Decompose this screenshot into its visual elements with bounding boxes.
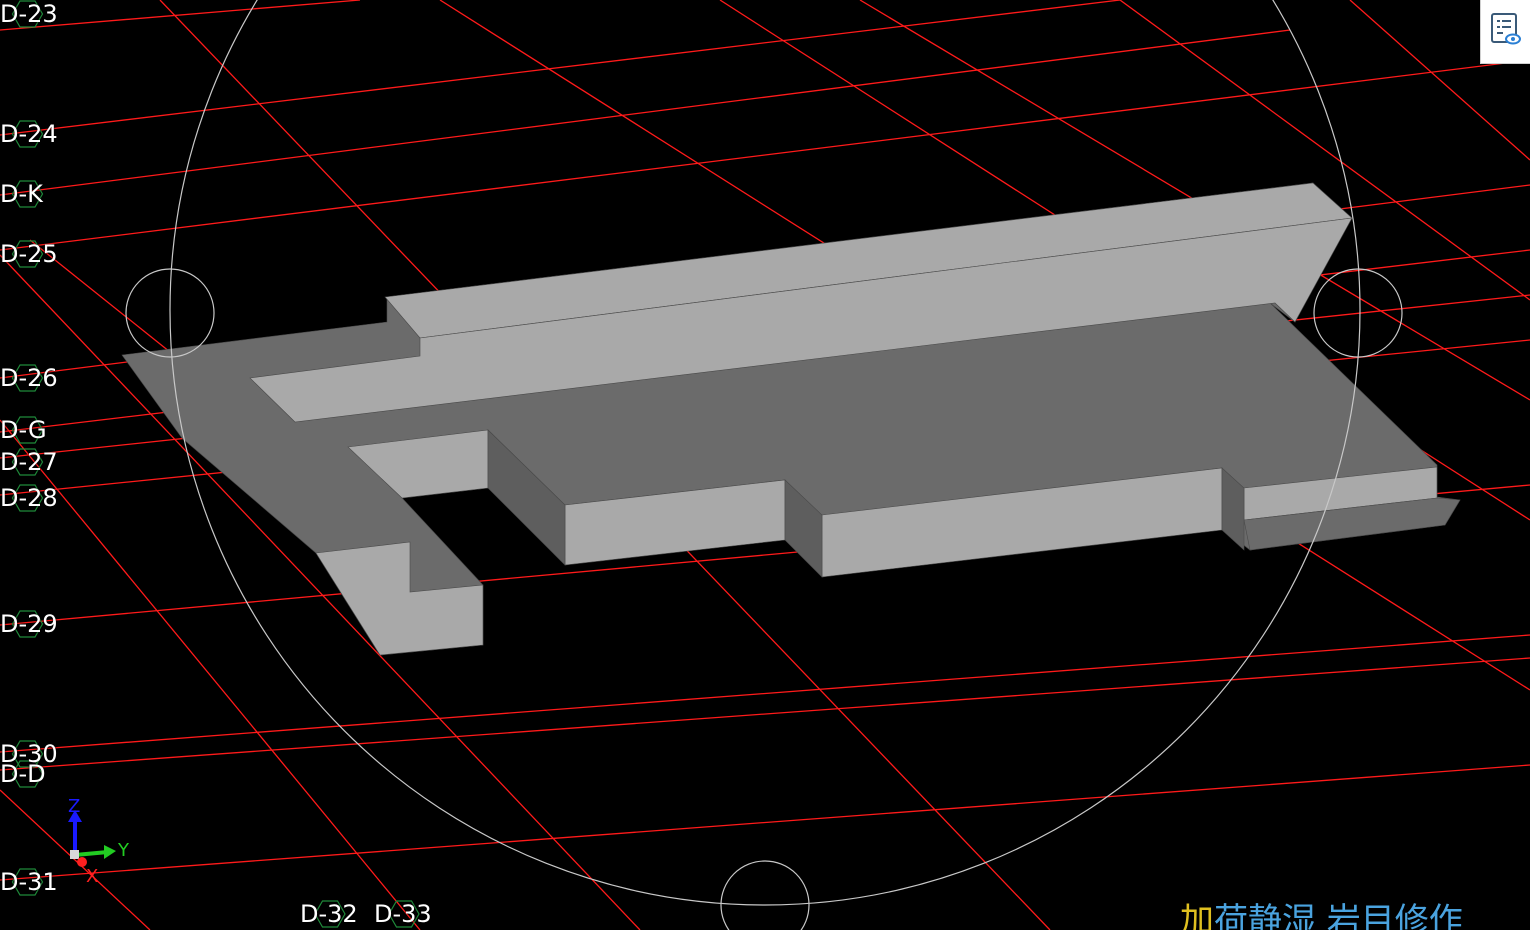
status-rest: 荷静湿 岩目修作: [1214, 901, 1463, 930]
status-message: 加荷静湿 岩目修作: [1180, 904, 1463, 930]
grid-axis-label: D-D: [0, 760, 46, 788]
grid-axis-label: D-28: [0, 484, 58, 512]
axis-triad: Z YX: [68, 796, 130, 887]
grid-axis-label: D-25: [0, 240, 58, 268]
document-view-icon: [1491, 13, 1521, 45]
y-axis-label: Y: [117, 840, 130, 861]
grid-line: [0, 657, 1530, 771]
grid-axis-label: D-24: [0, 120, 58, 148]
grid-line: [0, 0, 1121, 136]
grid-axis-label: D-32: [300, 900, 358, 928]
scene-canvas[interactable]: Z YX: [0, 0, 1530, 930]
grid-axis-label: D-K: [0, 180, 43, 208]
grid-axis-label: D-27: [0, 448, 58, 476]
y-axis-head: [104, 845, 116, 859]
grid-axis-label: D-G: [0, 416, 47, 444]
grid-line: [0, 764, 1530, 881]
grid-axis-label: D-31: [0, 868, 58, 896]
grid-axis-label: D-23: [0, 0, 58, 28]
x-axis-label: X: [86, 866, 98, 887]
properties-panel-button[interactable]: [1480, 0, 1530, 64]
status-first-char: 加: [1180, 901, 1214, 930]
3d-viewport[interactable]: Z YX D-23 D-24 D-K D-25 D-26 D-G D-27 D-28 D-29 D-…: [0, 0, 1530, 930]
orbit-handle-bottom[interactable]: [720, 860, 810, 930]
grid-axis-label: D-29: [0, 610, 58, 638]
grid-axis-label: D-33: [374, 900, 432, 928]
grid-axis-label: D-26: [0, 364, 58, 392]
building-model[interactable]: [121, 182, 1461, 656]
grid-line: [0, 634, 1530, 753]
z-axis-label: Z: [68, 796, 80, 817]
y-axis-arrow: [74, 850, 109, 857]
triad-origin: [70, 850, 79, 859]
